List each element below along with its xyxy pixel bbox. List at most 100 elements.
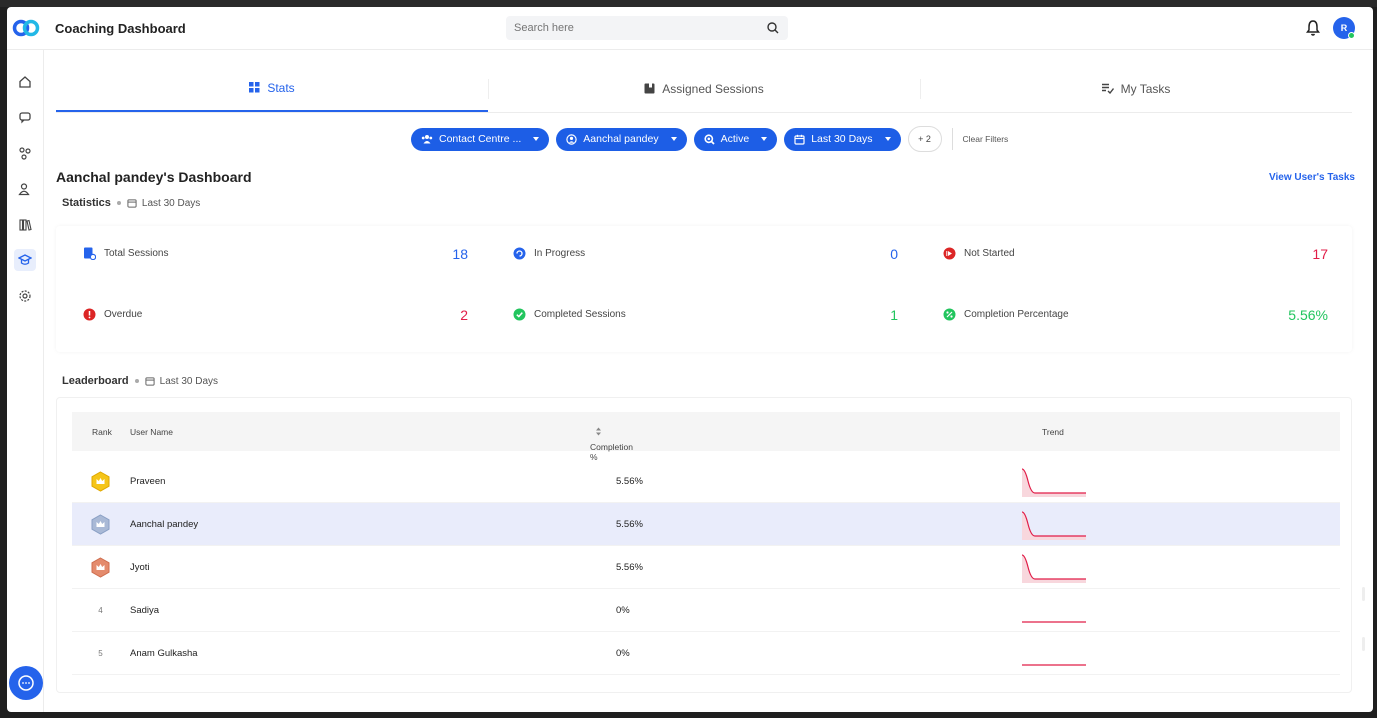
table-header: Rank User Name Completion % Trend [72,412,1340,462]
stat-value: 18 [452,245,468,262]
completion-percent: 0% [616,648,630,659]
tab-stats[interactable]: Stats [56,65,488,112]
column-header-trend: Trend [1042,427,1064,437]
chevron-down-icon [670,137,677,141]
settings-icon[interactable] [16,287,34,305]
table-row[interactable]: 4 Sadiya 0% [72,589,1340,632]
column-header-label: Completion % [590,442,633,462]
trend-sparkline [1022,621,1086,623]
calendar-icon [127,199,137,208]
percent-icon [942,308,956,322]
user-name: Sadiya [130,605,160,616]
leaderboard-table: Rank User Name Completion % Trend Pravee… [56,397,1352,693]
session-icon [82,247,96,261]
window-top-strip [0,0,1377,7]
column-header-completion[interactable]: Completion % [590,427,633,462]
network-icon[interactable] [16,144,34,162]
user-filter-chip[interactable]: Aanchal pandey [556,127,687,151]
gold-medal-icon [90,471,111,492]
divider [951,128,953,150]
stat-label: Completed Sessions [534,309,626,320]
stat-completion-percentage[interactable]: Completion Percentage 5.56% [929,287,1339,342]
bell-icon[interactable] [1305,19,1321,37]
completion-percent: 5.56% [616,476,643,487]
table-row[interactable]: Jyoti 5.56% [72,546,1340,589]
bronze-medal-icon [90,557,111,578]
app-title: Coaching Dashboard [55,21,186,36]
clear-filters-link[interactable]: Clear Filters [963,134,1009,144]
stat-label: In Progress [534,248,586,259]
messages-icon[interactable] [16,108,34,126]
completion-percent: 0% [616,605,630,616]
trend-sparkline [1021,511,1086,540]
stat-not-started[interactable]: Not Started 17 [929,226,1339,281]
user-name: Aanchal pandey [130,519,199,530]
silver-medal-icon [90,514,111,535]
stat-total-sessions[interactable]: Total Sessions 18 [69,226,479,281]
stat-label: Overdue [104,309,143,320]
statistics-header: Statistics Last 30 Days [62,197,200,209]
leaderboard-header: Leaderboard Last 30 Days [62,375,218,387]
users-icon[interactable] [16,180,34,198]
chat-button[interactable] [9,666,43,700]
team-filter-chip[interactable]: Contact Centre ... [411,127,550,151]
search-input[interactable] [506,16,746,40]
statistics-panel: Total Sessions 18 In Progress 0 Not Star… [56,226,1352,352]
stat-value: 2 [460,306,468,323]
calendar-icon [794,134,805,145]
scrollbar-marker[interactable] [1362,587,1365,601]
separator-dot [116,201,121,205]
status-filter-chip[interactable]: Active [693,127,778,151]
table-row[interactable]: 5 Anam Gulkasha 0% [72,632,1340,675]
page-title: Aanchal pandey's Dashboard [56,169,252,185]
app-header: Coaching Dashboard R [7,7,1373,50]
chip-label: Active [720,133,750,145]
tab-label: Assigned Sessions [662,81,764,96]
date-range-label: Last 30 Days [159,375,219,387]
stat-value: 0 [890,245,898,262]
calendar-icon [145,377,155,386]
chevron-down-icon [533,137,540,141]
filter-bar: Contact Centre ... Aanchal pandey Active… [411,126,1009,152]
completion-percent: 5.56% [616,562,643,573]
table-row[interactable]: Aanchal pandey 5.56% [72,503,1340,546]
home-icon[interactable] [16,73,34,91]
stat-in-progress[interactable]: In Progress 0 [499,226,909,281]
stat-completed-sessions[interactable]: Completed Sessions 1 [499,287,909,342]
rank-number: 4 [98,606,103,615]
user-name: Praveen [130,476,166,487]
trend-sparkline [1022,664,1086,666]
library-icon[interactable] [16,216,34,234]
app-logo-icon[interactable] [12,19,40,37]
stat-label: Total Sessions [104,248,169,259]
tab-assigned-sessions[interactable]: Assigned Sessions [488,65,920,112]
stat-overdue[interactable]: Overdue 2 [69,287,479,342]
coaching-icon[interactable] [14,249,36,271]
search-icon[interactable] [766,21,780,35]
search-status-icon [704,133,715,145]
trend-sparkline [1021,468,1086,497]
user-circle-icon [566,133,577,145]
chat-icon [18,675,34,691]
alert-icon [82,308,96,322]
chip-label: Aanchal pandey [583,133,659,145]
dashboard-tabs: Stats Assigned Sessions My Tasks [56,65,1352,113]
check-icon [512,308,526,322]
stat-value: 17 [1312,245,1328,262]
chevron-down-icon [761,137,768,141]
tab-my-tasks[interactable]: My Tasks [920,65,1352,112]
sort-icon[interactable] [595,427,602,436]
app-window: Coaching Dashboard R [7,7,1373,712]
scrollbar-marker[interactable] [1362,637,1365,651]
date-filter-chip[interactable]: Last 30 Days [784,127,901,151]
view-user-tasks-link[interactable]: View User's Tasks [1269,172,1355,183]
more-filters-button[interactable]: + 2 [907,126,942,152]
book-icon [644,83,655,94]
section-label: Leaderboard [62,375,129,387]
section-label: Statistics [62,197,111,209]
date-range: Last 30 Days [145,376,218,387]
separator-dot [134,379,139,383]
search-box[interactable] [506,16,788,40]
sidebar [7,50,44,712]
table-row[interactable]: Praveen 5.56% [72,460,1340,503]
